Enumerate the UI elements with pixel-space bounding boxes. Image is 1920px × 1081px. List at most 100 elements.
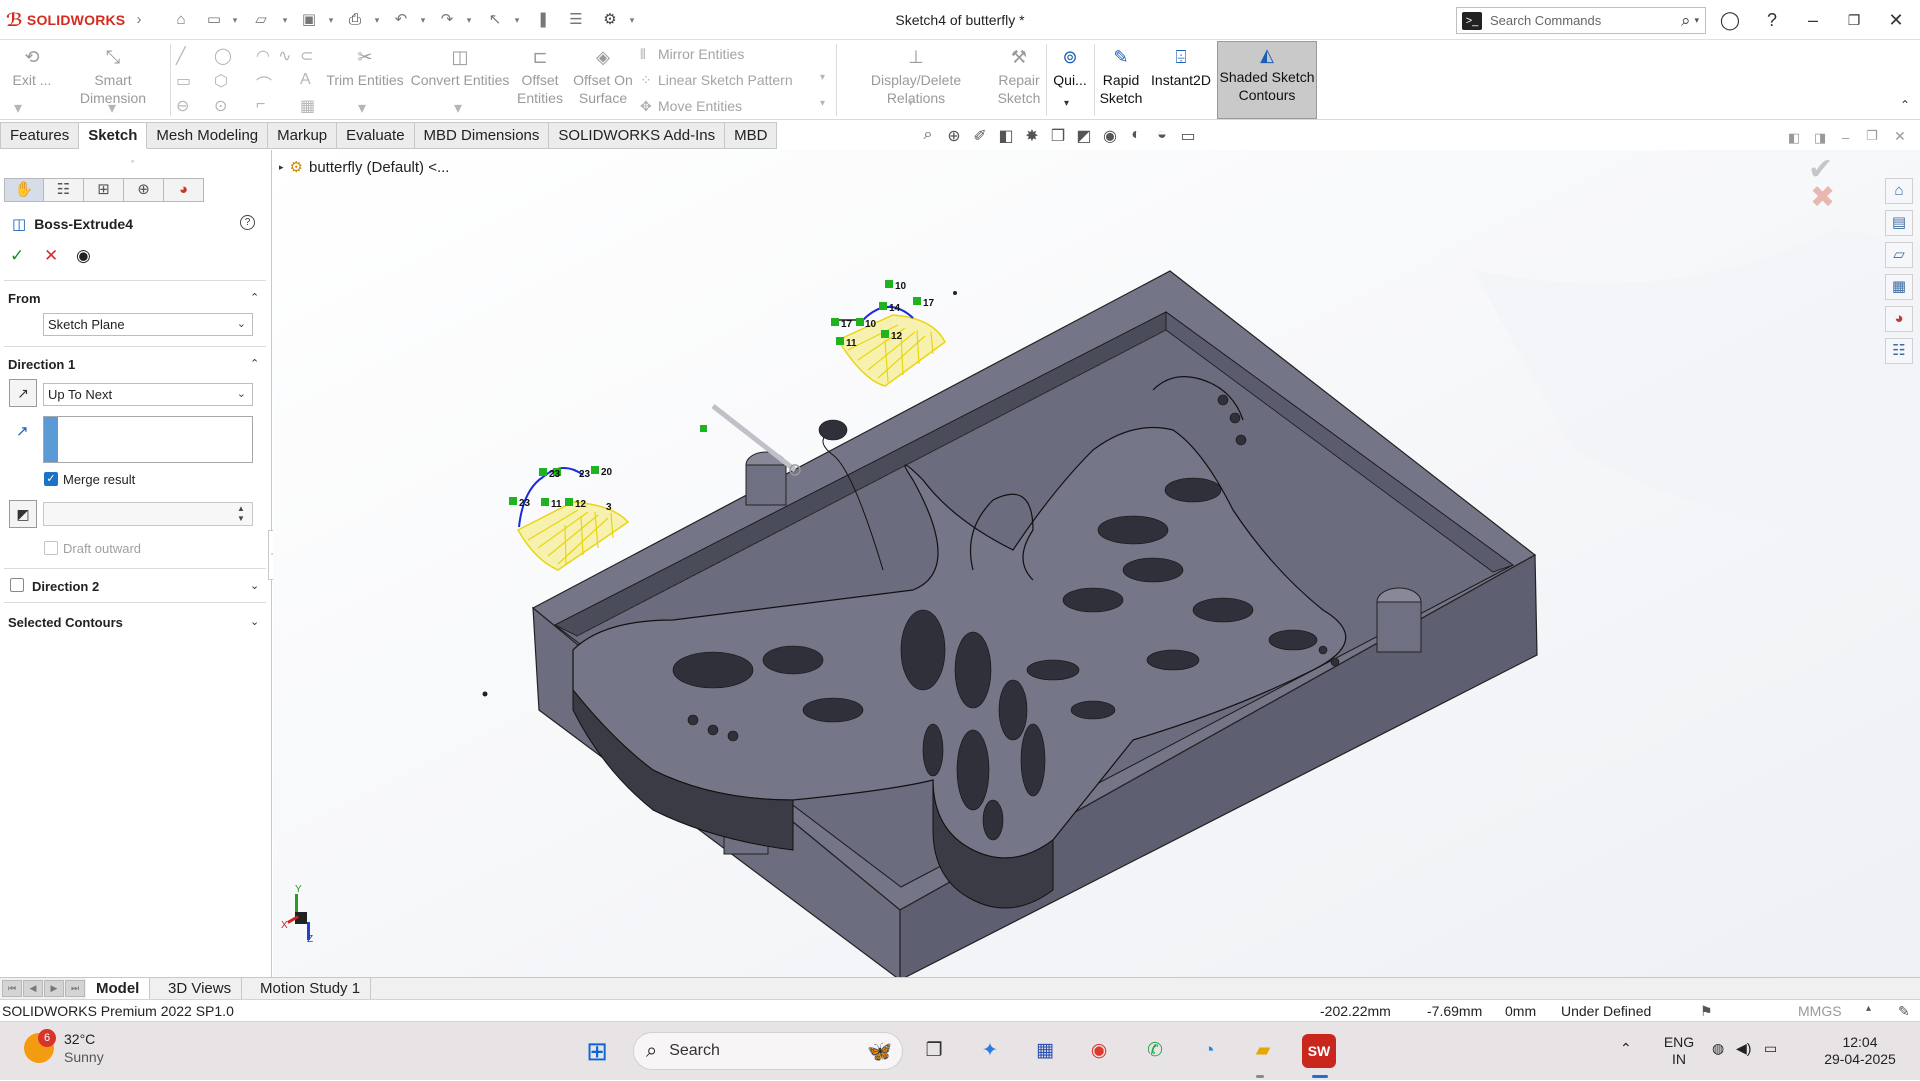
search-icon[interactable]: ⌕	[1681, 11, 1691, 31]
ellipse-tool-icon[interactable]: ⊂	[300, 46, 313, 66]
view-palette-icon[interactable]: ▦	[1885, 274, 1913, 300]
copilot-icon[interactable]: ✦	[973, 1034, 1007, 1068]
search-commands-input[interactable]: Search Commands	[1490, 13, 1681, 28]
appearances-icon[interactable]: ◕	[1885, 306, 1913, 332]
plane-tool-icon[interactable]: ⌐	[256, 96, 265, 114]
search-commands-box[interactable]: >_ Search Commands ⌕ ▾	[1456, 7, 1706, 34]
whatsapp-icon[interactable]: ✆	[1138, 1034, 1172, 1068]
merge-result-checkbox[interactable]: ✓	[44, 472, 58, 486]
panel-handle-icon[interactable]: ◦	[131, 156, 134, 166]
tab-model[interactable]: Model	[86, 978, 151, 1000]
help-icon[interactable]: ?	[1759, 8, 1785, 32]
volume-icon[interactable]: ◀)	[1736, 1040, 1751, 1057]
edit-appearance-icon[interactable]: ◐	[1126, 126, 1146, 148]
undo-icon[interactable]: ↶	[390, 10, 412, 30]
end-condition-select[interactable]: Up To Next ⌄	[43, 383, 253, 406]
direction1-section-header[interactable]: Direction 1	[8, 357, 75, 372]
instant2d-button[interactable]: ⌹ Instant2D	[1148, 44, 1214, 89]
tab-mesh-modeling[interactable]: Mesh Modeling	[147, 122, 269, 149]
display-style-icon[interactable]: ◩	[1074, 126, 1094, 148]
section-view-icon[interactable]: ◧	[996, 126, 1016, 148]
tab-features[interactable]: Features	[0, 122, 80, 149]
options-dropdown-icon[interactable]: ▾	[627, 10, 637, 30]
units-up-icon[interactable]: ▴	[1866, 1003, 1871, 1014]
exit-sketch-button[interactable]: ⟲ Exit ...	[6, 44, 58, 89]
menu-expand-icon[interactable]: ›	[128, 10, 150, 30]
open-dropdown-icon[interactable]: ▾	[280, 10, 290, 30]
view-orientation-icon[interactable]: ❒	[1048, 126, 1068, 148]
rectangle-tool-icon[interactable]: ▭	[176, 71, 191, 91]
line-tool-icon[interactable]: ╱	[176, 46, 186, 66]
draft-angle-spinner[interactable]: ▲ ▼	[43, 502, 253, 526]
configuration-manager-tab-icon[interactable]: ⊞	[84, 178, 124, 202]
search-dropdown-icon[interactable]: ▾	[1694, 15, 1699, 26]
viewport-tile-left-icon[interactable]: ◧	[1788, 130, 1800, 146]
print-dropdown-icon[interactable]: ▾	[372, 10, 382, 30]
offset-on-surface-button[interactable]: ◈ Offset On Surface	[570, 44, 636, 107]
graphics-area[interactable]: 10 14 17 17 10 12 11 23 20 23 23 11 12 3…	[273, 150, 1920, 977]
options-gear-icon[interactable]: ⚙	[599, 10, 621, 30]
new-document-icon[interactable]: ▭	[203, 10, 225, 30]
tab-mbd-dimensions[interactable]: MBD Dimensions	[414, 122, 550, 149]
design-library-icon[interactable]: ▤	[1885, 210, 1913, 236]
viewport-close-icon[interactable]: ✕	[1894, 128, 1906, 145]
preview-eye-icon[interactable]: ◉	[76, 246, 91, 266]
display-manager-tab-icon[interactable]: ◕	[164, 178, 204, 202]
select-dropdown-icon[interactable]: ▾	[512, 10, 522, 30]
rapid-sketch-button[interactable]: ✎ Rapid Sketch	[1098, 44, 1144, 107]
convert-entities-button[interactable]: ◫ Convert Entities	[410, 44, 510, 89]
cancel-x-icon[interactable]: ✕	[44, 246, 58, 266]
customize-status-icon[interactable]: ✎	[1898, 1003, 1910, 1020]
repair-sketch-button[interactable]: ⚒ Repair Sketch	[994, 44, 1044, 107]
windows-start-icon[interactable]: ⊞	[580, 1034, 614, 1068]
help-icon[interactable]: ?	[240, 215, 255, 230]
custom-properties-icon[interactable]: ☷	[1885, 338, 1913, 364]
user-account-icon[interactable]: ◯	[1717, 8, 1743, 32]
property-manager-tab-icon[interactable]: ☷	[44, 178, 84, 202]
direction2-section-header[interactable]: Direction 2	[32, 579, 99, 594]
tab-markup[interactable]: Markup	[268, 122, 338, 149]
spinner-arrows-icon[interactable]: ▲ ▼	[233, 504, 249, 524]
spline-tool-icon[interactable]: ∿	[278, 46, 291, 66]
point-tool-icon[interactable]: ⊙	[214, 96, 227, 116]
dimxpert-manager-tab-icon[interactable]: ⊕	[124, 178, 164, 202]
open-folder-icon[interactable]: ▱	[250, 10, 272, 30]
home-icon[interactable]: ⌂	[170, 10, 192, 30]
first-tab-icon[interactable]: ⏮	[2, 980, 22, 997]
from-section-header[interactable]: From	[8, 291, 41, 306]
zoom-area-icon[interactable]: ⊕	[944, 126, 964, 148]
trim-entities-button[interactable]: ✂ Trim Entities	[326, 44, 404, 89]
exit-dropdown-icon[interactable]: ▾	[14, 98, 22, 118]
file-explorer-icon[interactable]: ▱	[1885, 242, 1913, 268]
pattern-dropdown-icon[interactable]: ▾	[820, 72, 825, 83]
convert-dropdown-icon[interactable]: ▾	[454, 98, 462, 118]
chevron-down-icon[interactable]: ⌄	[250, 615, 259, 628]
dynamic-annotation-icon[interactable]: ✸	[1022, 126, 1042, 148]
part-model-canvas[interactable]: 10 14 17 17 10 12 11 23 20 23 23 11 12 3	[273, 150, 1920, 977]
snaps-dropdown-icon[interactable]: ▾	[1064, 98, 1069, 109]
reverse-direction-icon[interactable]: ↗	[9, 379, 37, 407]
polygon-tool-icon[interactable]: ⬡	[214, 71, 228, 91]
select-cursor-icon[interactable]: ↖	[484, 10, 506, 30]
fillet-tool-icon[interactable]: ⌒	[256, 71, 272, 95]
move-dropdown-icon[interactable]: ▾	[820, 98, 825, 109]
direction-selection-box[interactable]	[43, 416, 253, 463]
from-select[interactable]: Sketch Plane ⌄	[43, 313, 253, 336]
chevron-down-icon[interactable]: ⌄	[250, 579, 259, 592]
draft-on-off-icon[interactable]: ◩	[9, 500, 37, 528]
move-entities-button[interactable]: ✥ Move Entities	[640, 98, 742, 115]
save-icon[interactable]: ▣	[298, 10, 320, 30]
feature-tree-flyout[interactable]: ▸ ⚙ butterfly (Default) <...	[279, 158, 449, 177]
file-properties-icon[interactable]: ☰	[565, 10, 587, 30]
viewport-tile-right-icon[interactable]: ◨	[1814, 130, 1826, 146]
language-indicator[interactable]: ENG IN	[1662, 1034, 1696, 1068]
weather-widget[interactable]: 6 32°C Sunny	[24, 1029, 104, 1066]
previous-view-icon[interactable]: ✐	[970, 126, 990, 148]
view-settings-icon[interactable]: ▭	[1178, 126, 1198, 148]
arc-tool-icon[interactable]: ◠	[256, 46, 270, 66]
tab-motion-study[interactable]: Motion Study 1	[250, 978, 372, 1000]
redo-dropdown-icon[interactable]: ▾	[464, 10, 474, 30]
tab-evaluate[interactable]: Evaluate	[337, 122, 415, 149]
chrome-icon[interactable]: ◉	[1082, 1034, 1116, 1068]
trim-dropdown-icon[interactable]: ▾	[358, 98, 366, 118]
